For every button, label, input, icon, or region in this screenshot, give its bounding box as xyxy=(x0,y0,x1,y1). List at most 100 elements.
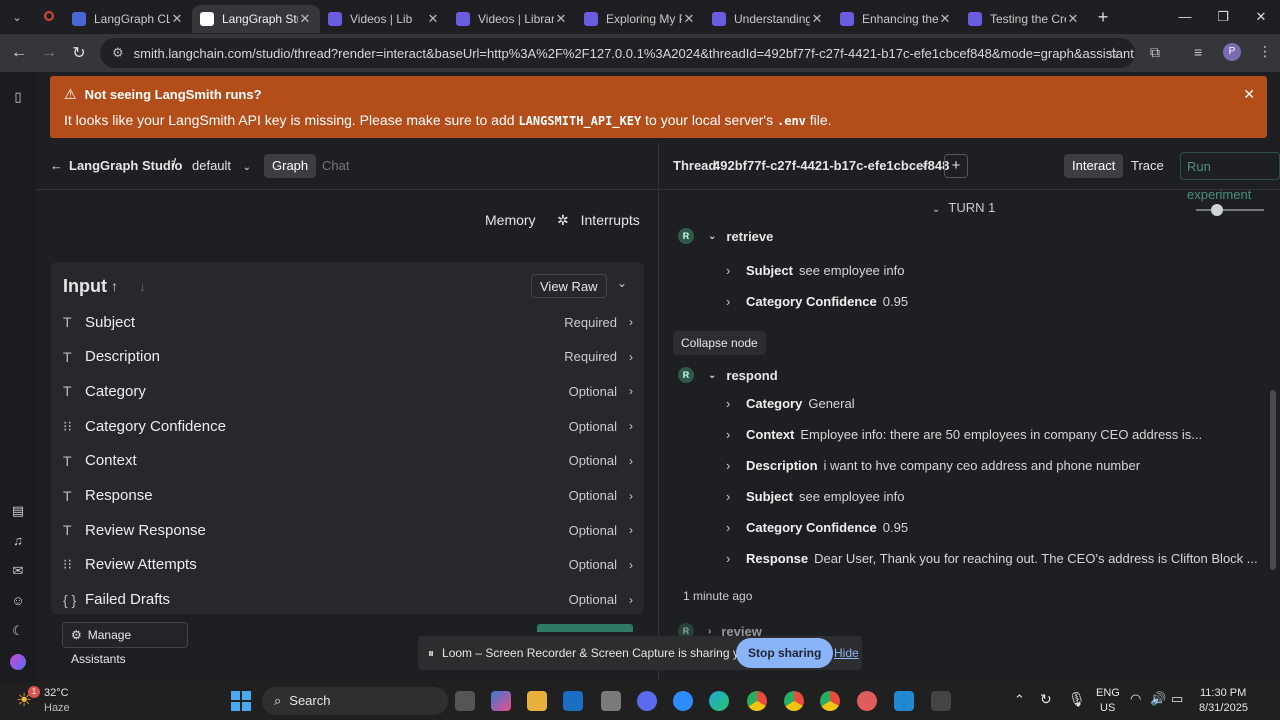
new-tab-button[interactable]: + xyxy=(1088,7,1118,28)
maximize-icon[interactable]: ❐ xyxy=(1204,0,1242,34)
mic-icon[interactable]: 🎙 xyxy=(1068,691,1086,708)
tab-interact[interactable]: Interact xyxy=(1064,154,1124,178)
user-icon[interactable]: ☺ xyxy=(9,592,27,610)
input-field-row[interactable]: ⁝⁝ Category Confidence Optional › xyxy=(63,409,633,443)
close-tab-icon[interactable]: ✕ xyxy=(682,11,696,27)
node-retrieve[interactable]: R ⌄ retrieve xyxy=(678,228,773,244)
tab-search-icon[interactable]: ⌄ xyxy=(0,11,34,24)
wifi-icon[interactable]: ◠ xyxy=(1130,691,1141,707)
scrollbar-thumb[interactable] xyxy=(1270,390,1276,570)
submit-button[interactable] xyxy=(537,624,633,632)
input-field-row[interactable]: T Description Required › xyxy=(63,340,633,374)
browser-tab[interactable]: Enhancing the ✕ xyxy=(832,5,960,33)
close-tab-icon[interactable]: ✕ xyxy=(1066,11,1080,27)
tab-graph[interactable]: Graph xyxy=(264,154,317,178)
tray-sync-icon[interactable]: ↻ xyxy=(1040,691,1052,708)
node-respond[interactable]: R ⌄ respond xyxy=(678,367,778,383)
memory-button[interactable]: Memory xyxy=(485,212,536,228)
manage-assistants-button[interactable]: ⚙ Manage Assistants xyxy=(62,622,188,666)
state-row[interactable]: › Subject see employee info xyxy=(726,489,904,504)
minimize-icon[interactable]: — xyxy=(1166,0,1204,34)
browser-tab[interactable]: Testing the Cre ✕ xyxy=(960,5,1088,33)
back-icon[interactable]: ← xyxy=(4,44,34,62)
app-title[interactable]: LangGraph Studio xyxy=(69,158,182,173)
gear-app-icon[interactable] xyxy=(637,691,657,711)
input-field-row[interactable]: T Context Optional › xyxy=(63,444,633,478)
chrome-active-icon[interactable] xyxy=(820,691,840,711)
thread-chevron-icon[interactable]: ⌄ xyxy=(920,158,929,171)
sidebar-toggle-icon[interactable]: ▯ xyxy=(9,88,27,106)
browser-tab[interactable]: Understanding ✕ xyxy=(704,5,832,33)
input-field-row[interactable]: T Review Response Optional › xyxy=(63,513,633,547)
volume-icon[interactable]: 🔊 xyxy=(1150,691,1166,707)
battery-icon[interactable]: ▭ xyxy=(1171,691,1183,707)
run-experiment-button[interactable]: Run experiment xyxy=(1180,152,1280,202)
close-tab-icon[interactable]: ✕ xyxy=(938,11,952,27)
site-info-icon[interactable]: ⚙ xyxy=(112,45,124,61)
browser-tab[interactable]: Exploring My P ✕ xyxy=(576,5,704,33)
browser-tab[interactable]: Videos | Library ✕ xyxy=(448,5,576,33)
task-view-icon[interactable] xyxy=(455,691,475,711)
new-thread-button[interactable]: + xyxy=(944,154,968,178)
close-banner-icon[interactable]: ✕ xyxy=(1243,86,1255,103)
edge-icon[interactable] xyxy=(709,691,729,711)
clock-time[interactable]: 11:30 PM xyxy=(1200,687,1246,699)
close-tab-icon[interactable]: ✕ xyxy=(554,11,568,27)
tray-chevron-icon[interactable]: ⌃ xyxy=(1014,692,1025,708)
bookmark-star-icon[interactable]: ☆ xyxy=(1107,44,1120,62)
tab-trace[interactable]: Trace xyxy=(1123,154,1172,178)
extensions-icon[interactable]: ⧉ xyxy=(1150,44,1160,61)
collapse-input-icon[interactable]: ⌄ xyxy=(617,276,627,290)
browser-tab[interactable]: Videos | Lib ✕ xyxy=(320,5,448,33)
reload-icon[interactable]: ↻ xyxy=(64,43,94,63)
taskbar-search[interactable]: ⌕ Search xyxy=(262,687,448,715)
input-field-row[interactable]: T Category Optional › xyxy=(63,374,633,408)
media-icon[interactable]: ≡ xyxy=(1194,44,1202,60)
pause-icon[interactable]: ⏸ xyxy=(428,646,434,661)
state-row[interactable]: › Category Confidence 0.95 xyxy=(726,294,908,309)
terminal-icon[interactable] xyxy=(931,691,951,711)
state-row[interactable]: › Subject see employee info xyxy=(726,263,904,278)
weather-temp[interactable]: 32°C xyxy=(44,687,69,699)
timeline-slider-handle[interactable] xyxy=(1211,204,1223,216)
org-avatar[interactable] xyxy=(10,654,26,670)
language-code[interactable]: ENG xyxy=(1096,687,1120,699)
view-raw-button[interactable]: View Raw xyxy=(531,274,607,298)
graph-selector[interactable]: default ⌄ xyxy=(192,158,251,173)
vscode-icon[interactable] xyxy=(894,691,914,711)
input-field-row[interactable]: ⁝⁝ Review Attempts Optional › xyxy=(63,548,633,582)
thread-id[interactable]: 492bf77f-c27f-4421-b17c-efe1cbcef848 xyxy=(713,158,949,173)
theme-icon[interactable]: ☾ xyxy=(9,622,27,640)
tab-chat[interactable]: Chat xyxy=(314,154,357,178)
arrow-up-icon[interactable]: ↑ xyxy=(111,278,118,294)
stop-sharing-button[interactable]: Stop sharing xyxy=(736,638,834,668)
notifications-icon[interactable]: ♫ xyxy=(9,532,27,550)
pane-divider[interactable] xyxy=(658,142,659,682)
state-row[interactable]: › Category Confidence 0.95 xyxy=(726,520,908,535)
check-app-icon[interactable] xyxy=(857,691,877,711)
outlook-icon[interactable] xyxy=(563,691,583,711)
forward-icon[interactable]: → xyxy=(34,44,64,62)
browser-tab[interactable]: LangGraph CLI ✕ xyxy=(64,5,192,33)
settings-app-icon[interactable] xyxy=(601,691,621,711)
state-row[interactable]: › Description i want to hve company ceo ad… xyxy=(726,458,1140,473)
copilot-icon[interactable] xyxy=(491,691,511,711)
file-explorer-icon[interactable] xyxy=(527,691,547,711)
close-tab-icon[interactable]: ✕ xyxy=(298,11,312,27)
turn-header[interactable]: ⌄ TURN 1 xyxy=(932,200,995,215)
close-window-icon[interactable]: ✕ xyxy=(1242,0,1280,34)
interrupts-button[interactable]: ✲ Interrupts xyxy=(557,212,640,229)
mail-icon[interactable]: ✉ xyxy=(9,562,27,580)
url-bar[interactable]: ⚙ smith.langchain.com/studio/thread?rend… xyxy=(100,38,1135,68)
recording-indicator-icon[interactable] xyxy=(34,8,64,26)
hide-link[interactable]: Hide xyxy=(834,646,859,660)
state-row[interactable]: › Response Dear User, Thank you for reachi… xyxy=(726,551,1258,566)
input-field-row[interactable]: T Response Optional › xyxy=(63,479,633,513)
close-tab-icon[interactable]: ✕ xyxy=(426,11,440,27)
input-field-row[interactable]: { } Failed Drafts Optional › xyxy=(63,583,633,614)
zoom-icon[interactable] xyxy=(673,691,693,711)
profile-avatar[interactable]: P xyxy=(1223,43,1241,61)
chrome-profile-icon[interactable] xyxy=(784,691,804,711)
chrome-icon[interactable] xyxy=(747,691,767,711)
arrow-down-icon[interactable]: ↓ xyxy=(139,278,146,294)
